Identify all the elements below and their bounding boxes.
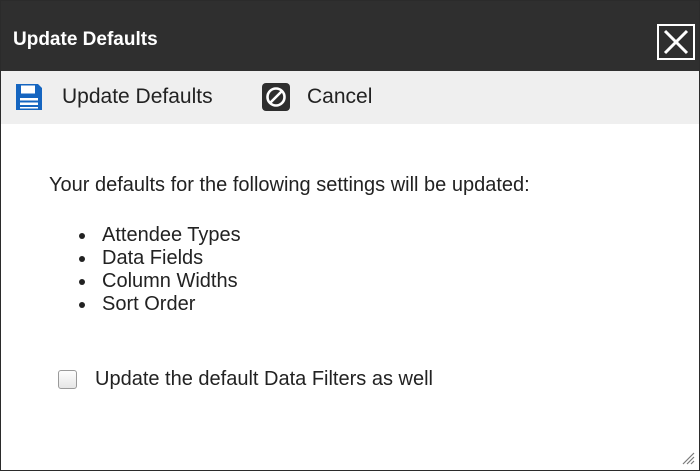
update-filters-checkbox[interactable] — [58, 370, 77, 389]
close-button[interactable] — [657, 24, 695, 60]
save-icon — [16, 84, 42, 110]
dialog-toolbar: Update Defaults Cancel — [1, 71, 699, 124]
cancel-icon — [262, 83, 290, 111]
bullet-icon — [79, 279, 85, 285]
list-item: Attendee Types — [75, 224, 241, 247]
update-filters-label: Update the default Data Filters as well — [95, 368, 433, 390]
list-item: Column Widths — [75, 270, 241, 293]
dialog-titlebar: Update Defaults — [1, 1, 699, 71]
list-item: Data Fields — [75, 247, 241, 270]
list-item: Sort Order — [75, 293, 241, 316]
cancel-label: Cancel — [307, 85, 373, 108]
bullet-icon — [79, 302, 85, 308]
bullet-icon — [79, 233, 85, 239]
settings-list: Attendee Types Data Fields Column Widths… — [75, 224, 241, 316]
update-filters-option[interactable]: Update the default Data Filters as well — [58, 368, 433, 391]
resize-grip-icon[interactable] — [679, 449, 695, 465]
update-defaults-label: Update Defaults — [62, 85, 213, 108]
intro-text: Your defaults for the following settings… — [49, 174, 530, 196]
bullet-icon — [79, 256, 85, 262]
dialog-title: Update Defaults — [13, 29, 158, 50]
dialog-content: Your defaults for the following settings… — [1, 124, 699, 470]
update-defaults-dialog: Update Defaults Update Defaults Cancel Y… — [0, 0, 700, 471]
update-defaults-button[interactable]: Update Defaults — [14, 80, 213, 114]
close-icon — [663, 29, 689, 55]
cancel-button[interactable]: Cancel — [261, 80, 372, 114]
